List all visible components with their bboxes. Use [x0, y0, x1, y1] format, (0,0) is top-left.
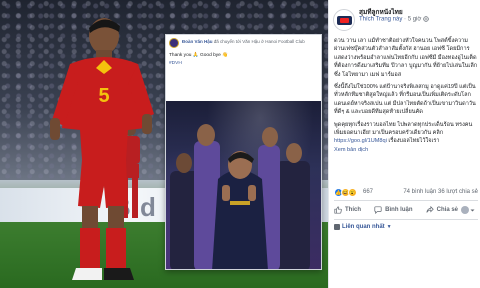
share-icon [426, 206, 434, 213]
page-meta: Thích Trang này · 5 giờ [359, 16, 429, 23]
reaction-count[interactable]: 667 [363, 189, 373, 195]
caret-down-icon: ▼ [386, 224, 392, 230]
embedded-author-name: Đoàn Văn Hậu [182, 39, 213, 44]
comment-share-stats[interactable]: 74 bình luận 36 lượt chia sẻ [403, 189, 478, 195]
embedded-post-message: Thank you 🙏 Good bye 👋 [169, 53, 229, 58]
post-time[interactable]: 5 giờ [408, 17, 422, 23]
page-avatar[interactable] [333, 9, 355, 31]
facebook-post-panel: สุมทีลูกหนังไทย Thích Trang này · 5 giờ … [328, 0, 480, 288]
globe-icon [423, 16, 429, 22]
share-button[interactable]: Chia sẻ [426, 206, 478, 214]
like-label: Thích [345, 207, 361, 213]
embedded-author-line: Đoàn Văn Hậu đã chuyển tới Văn Hậu ở Han… [182, 39, 305, 44]
embedded-facebook-post: Đoàn Văn Hậu đã chuyển tới Văn Hậu ở Han… [165, 34, 322, 270]
reactions-bar[interactable]: 👍 😆 😮 667 74 bình luận 36 lượt chia sẻ [334, 188, 478, 198]
embedded-post-hashtag: #DVH [169, 61, 182, 66]
embedded-post-photo [166, 101, 321, 269]
page-logo-icon [337, 16, 352, 25]
post-paragraph-1: ดวน วาน เลา แม้ทำชาติอย่างหัวใจคนวน โพสต… [334, 38, 478, 78]
thumbs-up-icon [334, 206, 342, 214]
post-actions: Thích Bình luận Chia sẻ [334, 203, 478, 217]
post-link[interactable]: https://goo.gl/1UM8qi [334, 138, 387, 144]
like-button[interactable]: Thích [334, 206, 361, 214]
comment-icon [374, 206, 382, 214]
post-paragraph-2: ซึ่งนี้ถึงไม่ใช่100% แต่ป้านาจริงพิเลสกม… [334, 84, 476, 116]
embedded-header-rest: đã chuyển tới Văn Hậu ở Hanoi Football C… [213, 39, 305, 44]
share-label: Chia sẻ [436, 207, 458, 213]
sort-icon [334, 224, 340, 230]
post-body: ดวน วาน เลา แม้ทำชาติอย่างหัวใจคนวน โพสต… [334, 37, 478, 158]
comment-button[interactable]: Bình luận [374, 206, 413, 214]
chevron-down-icon[interactable] [470, 208, 475, 213]
comment-sort-dropdown[interactable]: Liên quan nhất ▼ [334, 224, 392, 230]
post-paragraph-3: พูดคุยทุกเรื่องราวบอลไทย ไปพลาดทุกประเด็… [334, 121, 478, 155]
post-link-suffix: เรื่องบอลไทยไว้ใจเรา [386, 138, 440, 145]
see-translation-link[interactable]: Xem bản dịch [334, 147, 368, 153]
like-page-link[interactable]: Thích Trang này [359, 17, 402, 23]
divider-top [334, 200, 478, 201]
jersey-number: 5 [98, 85, 109, 107]
comment-label: Bình luận [385, 207, 413, 213]
divider-bottom [334, 219, 478, 220]
wow-reaction-icon: 😮 [348, 188, 357, 197]
comment-sort-label: Liên quan nhất [342, 224, 385, 230]
post-paragraph-3-text: พูดคุยทุกเรื่องราวบอลไทย ไปพลาดทุกประเด็… [334, 121, 473, 137]
main-player: 5 [50, 18, 154, 280]
team-players-image [170, 124, 310, 269]
embedded-author-avatar [169, 38, 179, 48]
embedded-post-header: Đoàn Văn Hậu đã chuyển tới Văn Hậu ở Han… [169, 38, 319, 50]
reaction-icons: 👍 😆 😮 [334, 188, 357, 197]
share-audience-avatar[interactable] [461, 206, 469, 214]
